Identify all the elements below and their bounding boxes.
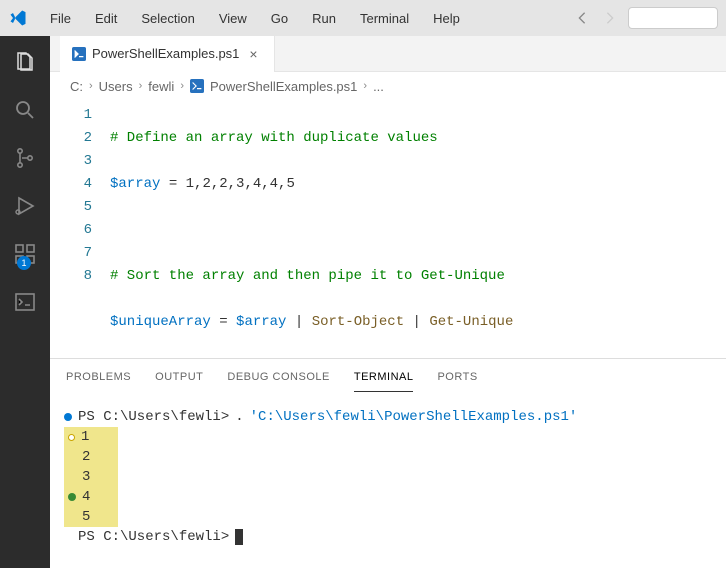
terminal-output: 1 bbox=[81, 427, 89, 447]
nav-forward-icon[interactable] bbox=[600, 8, 620, 28]
panel-tabs: PROBLEMS OUTPUT DEBUG CONSOLE TERMINAL P… bbox=[50, 359, 726, 395]
breadcrumb[interactable]: C: › Users › fewli › PowerShellExamples.… bbox=[50, 72, 726, 100]
menu-edit[interactable]: Edit bbox=[85, 7, 127, 30]
tab-label: PowerShellExamples.ps1 bbox=[92, 46, 239, 61]
menu-terminal[interactable]: Terminal bbox=[350, 7, 419, 30]
terminal-output: 5 bbox=[82, 507, 90, 527]
activity-bar: 1 bbox=[0, 36, 50, 568]
status-dot-icon bbox=[68, 434, 75, 441]
menu-run[interactable]: Run bbox=[302, 7, 346, 30]
terminal-output: 4 bbox=[82, 487, 90, 507]
code-var: $array bbox=[110, 176, 160, 192]
nav-back-icon[interactable] bbox=[572, 8, 592, 28]
terminal-path: 'C:\Users\fewli\PowerShellExamples.ps1' bbox=[250, 407, 578, 427]
tab-debug-console[interactable]: DEBUG CONSOLE bbox=[227, 363, 329, 391]
chevron-right-icon: › bbox=[139, 80, 143, 92]
status-dot-icon bbox=[64, 413, 72, 421]
tab-ports[interactable]: PORTS bbox=[437, 363, 477, 391]
code-cmdlet: Sort-Object bbox=[312, 314, 404, 330]
terminal[interactable]: PS C:\Users\fewli> . 'C:\Users\fewli\Pow… bbox=[50, 395, 726, 568]
extensions-badge: 1 bbox=[17, 256, 31, 270]
titlebar: File Edit Selection View Go Run Terminal… bbox=[0, 0, 726, 36]
chevron-right-icon: › bbox=[89, 80, 93, 92]
chevron-right-icon: › bbox=[363, 80, 367, 92]
menu-view[interactable]: View bbox=[209, 7, 257, 30]
command-center-search[interactable] bbox=[628, 7, 718, 29]
terminal-prompt: PS C:\Users\fewli> bbox=[78, 527, 229, 547]
explorer-icon[interactable] bbox=[11, 48, 39, 76]
crumb-ellipsis[interactable]: ... bbox=[373, 79, 384, 94]
crumb-c[interactable]: C: bbox=[70, 79, 83, 94]
terminal-output: 3 bbox=[82, 467, 90, 487]
editor-tabs: PowerShellExamples.ps1 × bbox=[50, 36, 726, 72]
chevron-right-icon: › bbox=[180, 80, 184, 92]
terminal-prompt: PS C:\Users\fewli> bbox=[78, 407, 229, 427]
tab-output[interactable]: OUTPUT bbox=[155, 363, 203, 391]
source-control-icon[interactable] bbox=[11, 144, 39, 172]
code-cmdlet: Get-Unique bbox=[429, 314, 513, 330]
tab-powershellexamples[interactable]: PowerShellExamples.ps1 × bbox=[60, 36, 275, 72]
tab-terminal[interactable]: TERMINAL bbox=[354, 363, 414, 392]
menu-file[interactable]: File bbox=[40, 7, 81, 30]
close-icon[interactable]: × bbox=[245, 46, 261, 62]
terminal-cursor bbox=[235, 529, 243, 545]
code-var: $uniqueArray bbox=[110, 314, 211, 330]
line-gutter: 12345678 bbox=[50, 100, 110, 358]
code-comment: # Define an array with duplicate values bbox=[110, 130, 438, 146]
terminal-panel-icon[interactable] bbox=[11, 288, 39, 316]
status-dot-icon bbox=[68, 493, 76, 501]
powershell-file-icon bbox=[190, 79, 204, 93]
run-debug-icon[interactable] bbox=[11, 192, 39, 220]
tab-problems[interactable]: PROBLEMS bbox=[66, 363, 131, 391]
powershell-file-icon bbox=[72, 47, 86, 61]
menu-go[interactable]: Go bbox=[261, 7, 298, 30]
search-icon[interactable] bbox=[11, 96, 39, 124]
terminal-output: 2 bbox=[82, 447, 90, 467]
code-content[interactable]: # Define an array with duplicate values … bbox=[110, 100, 726, 358]
crumb-users[interactable]: Users bbox=[99, 79, 133, 94]
crumb-file[interactable]: PowerShellExamples.ps1 bbox=[210, 79, 357, 94]
crumb-fewli[interactable]: fewli bbox=[148, 79, 174, 94]
bottom-panel: PROBLEMS OUTPUT DEBUG CONSOLE TERMINAL P… bbox=[50, 358, 726, 568]
terminal-output-highlight: 1 2 3 4 5 bbox=[64, 427, 118, 527]
vscode-logo-icon bbox=[8, 8, 28, 28]
code-comment: # Sort the array and then pipe it to Get… bbox=[110, 268, 505, 284]
code-editor[interactable]: 12345678 # Define an array with duplicat… bbox=[50, 100, 726, 358]
menu-selection[interactable]: Selection bbox=[131, 7, 204, 30]
menu-help[interactable]: Help bbox=[423, 7, 470, 30]
